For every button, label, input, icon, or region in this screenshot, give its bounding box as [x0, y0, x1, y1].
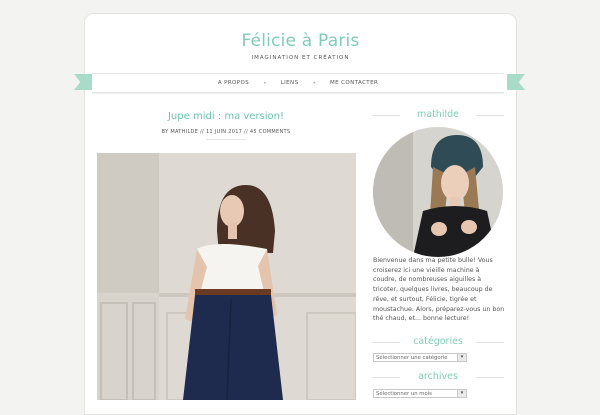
sidebar-heading-categories: catégories	[372, 336, 504, 347]
avatar	[373, 127, 503, 257]
archives-select-value: Sélectionner un mois	[376, 391, 432, 397]
sidebar-bio: Bienvenue dans ma petite bulle! Vous cro…	[373, 257, 505, 323]
archives-select[interactable]: Sélectionner un mois ▾	[373, 389, 467, 398]
post-title[interactable]: Jupe midi : ma version!	[96, 111, 356, 122]
post-date: 11 JUIN 2017	[205, 129, 243, 135]
post-meta: BY MATHILDE // 11 JUIN 2017 // 45 COMMEN…	[96, 129, 356, 135]
main-nav: A PROPOS • LIENS • ME CONTACTER	[92, 73, 504, 93]
nav-item-a-propos[interactable]: A PROPOS	[204, 80, 263, 86]
ribbon-left-decoration	[74, 74, 92, 90]
nav-item-me-contacter[interactable]: ME CONTACTER	[316, 80, 392, 86]
post-author[interactable]: BY MATHILDE	[162, 129, 199, 135]
meta-divider	[206, 139, 246, 140]
meta-separator: //	[200, 129, 205, 135]
site-title[interactable]: Félicie à Paris	[85, 31, 516, 51]
post-photo[interactable]	[97, 153, 356, 400]
meta-separator: //	[244, 129, 249, 135]
post-comments-link[interactable]: 45 COMMENTS	[250, 129, 290, 135]
site-tagline: IMAGINATION ET CRÉATION	[251, 55, 350, 61]
dropdown-arrow-icon: ▾	[457, 354, 466, 361]
categories-select-value: Sélectionner une catégorie	[376, 355, 448, 361]
avatar-illustration	[373, 127, 503, 257]
categories-select[interactable]: Sélectionner une catégorie ▾	[373, 353, 467, 362]
post-photo-illustration	[97, 153, 356, 400]
dropdown-arrow-icon: ▾	[457, 390, 466, 397]
nav-item-liens[interactable]: LIENS	[267, 80, 313, 86]
ribbon-right-decoration	[507, 74, 525, 90]
sidebar-heading-archives: archives	[372, 371, 504, 382]
sidebar-heading-about: mathilde	[372, 109, 504, 120]
